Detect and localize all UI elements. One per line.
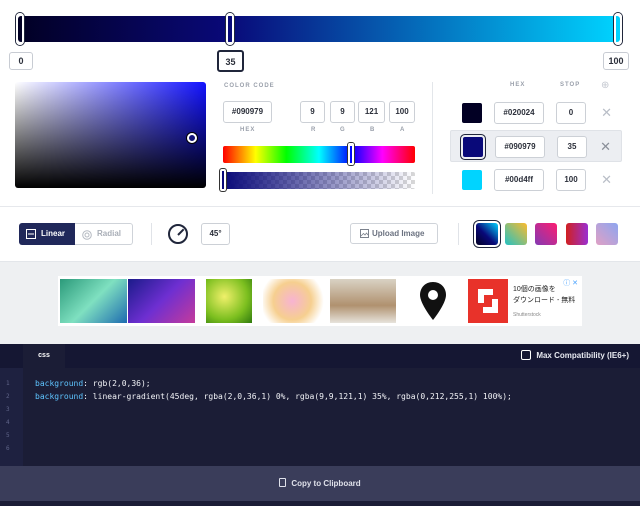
- tab-css[interactable]: css: [23, 344, 65, 370]
- stops-hex-header: HEX: [510, 82, 526, 88]
- line-number: 1: [6, 380, 10, 387]
- hex-caption: HEX: [240, 127, 256, 133]
- stop-position-input[interactable]: 0: [556, 102, 586, 124]
- ad-shutterstock-logo[interactable]: [468, 279, 508, 323]
- stop-hex-input[interactable]: #00d4ff: [494, 169, 544, 191]
- preset-lilac[interactable]: [596, 223, 618, 245]
- css-value: : linear-gradient(45deg, rgba(2,0,36,1) …: [83, 392, 512, 401]
- preset-blue-dark[interactable]: [476, 223, 498, 245]
- hue-slider[interactable]: [223, 146, 415, 163]
- map-pin-icon: [420, 282, 446, 320]
- stop-handle-35[interactable]: [226, 13, 234, 45]
- vertical-divider: [432, 82, 433, 194]
- copy-to-clipboard-button[interactable]: Copy to Clipboard: [0, 466, 640, 501]
- preset-red-purple[interactable]: [566, 223, 588, 245]
- angle-input[interactable]: 45°: [201, 223, 230, 245]
- stop-position-input[interactable]: 100: [556, 169, 586, 191]
- stop-row-100[interactable]: #00d4ff 100 ✕: [450, 164, 622, 196]
- stop-row-0[interactable]: #020024 0 ✕: [450, 97, 622, 129]
- linear-label: Linear: [41, 229, 66, 238]
- clipboard-icon: [279, 478, 287, 487]
- stop-position-input[interactable]: 35: [557, 136, 587, 158]
- toolbar-divider: [0, 206, 640, 207]
- color-picker-knob[interactable]: [187, 133, 197, 143]
- compat-checkbox[interactable]: [521, 350, 532, 360]
- stop-hex-input[interactable]: #020024: [494, 102, 544, 124]
- toolbar-separator: [151, 223, 152, 245]
- radial-label: Radial: [97, 229, 122, 238]
- ad-text-line1: 10個の画像を: [513, 286, 556, 293]
- preset-green-yellow[interactable]: [505, 223, 527, 245]
- stop-swatch[interactable]: [463, 137, 483, 157]
- g-input[interactable]: 9: [330, 101, 355, 123]
- advertisement-banner[interactable]: ⓘ ✕ 10個の画像を ダウンロード - 無料 Shutterstock: [58, 276, 582, 326]
- css-code-editor: css Max Compatibility (IE6+) 1 2 3 4 5 6…: [0, 344, 640, 506]
- code-line-1[interactable]: background: rgb(2,0,36);: [35, 379, 151, 388]
- line-number-gutter: [0, 368, 23, 466]
- css-property: background: [35, 379, 84, 388]
- plus-icon[interactable]: ⊕: [601, 80, 609, 91]
- alpha-slider[interactable]: [223, 172, 415, 189]
- r-caption: R: [311, 127, 317, 133]
- ad-text[interactable]: 10個の画像を ダウンロード - 無料: [513, 284, 575, 306]
- line-number: 4: [6, 419, 10, 426]
- stop-position-label-0[interactable]: 0: [9, 52, 33, 70]
- line-number: 3: [6, 406, 10, 413]
- remove-stop-icon[interactable]: ✕: [601, 171, 612, 189]
- line-number: 2: [6, 393, 10, 400]
- compat-label: Max Compatibility (IE6+): [536, 351, 629, 360]
- stop-position-label-35[interactable]: 35: [217, 50, 244, 72]
- hex-input[interactable]: #090979: [223, 101, 272, 123]
- shutterstock-logo-icon: [478, 289, 498, 313]
- hue-slider-handle[interactable]: [348, 143, 354, 165]
- stops-stop-header: STOP: [560, 82, 581, 88]
- upload-image-label: Upload Image: [372, 229, 425, 238]
- css-value: : rgb(2,0,36);: [83, 379, 151, 388]
- toolbar-separator: [458, 223, 459, 245]
- ad-image-paint[interactable]: [263, 279, 328, 323]
- b-input[interactable]: 121: [358, 101, 385, 123]
- ad-image-teal[interactable]: [60, 279, 127, 323]
- line-number: 5: [6, 432, 10, 439]
- remove-stop-icon[interactable]: ✕: [601, 104, 612, 122]
- b-caption: B: [370, 127, 376, 133]
- stop-handle-100[interactable]: [614, 13, 622, 45]
- copy-label: Copy to Clipboard: [291, 479, 361, 488]
- stop-handle-0[interactable]: [16, 13, 24, 45]
- a-input[interactable]: 100: [389, 101, 415, 123]
- ad-source: Shutterstock: [513, 312, 541, 318]
- preset-purple-pink[interactable]: [535, 223, 557, 245]
- r-input[interactable]: 9: [300, 101, 325, 123]
- radial-gradient-icon: [82, 230, 92, 240]
- upload-image-button[interactable]: Upload Image: [350, 223, 438, 244]
- stop-swatch[interactable]: [462, 103, 482, 123]
- stop-position-label-100[interactable]: 100: [603, 52, 629, 70]
- remove-stop-icon[interactable]: ✕: [600, 138, 611, 156]
- ad-image-map-pin[interactable]: [403, 279, 463, 323]
- line-number: 6: [6, 445, 10, 452]
- ad-image-people[interactable]: [330, 279, 396, 323]
- g-caption: G: [340, 127, 346, 133]
- linear-button[interactable]: Linear: [19, 223, 75, 245]
- ad-text-line2: ダウンロード - 無料: [513, 297, 576, 304]
- image-icon: [360, 229, 369, 238]
- linear-gradient-icon: [26, 229, 36, 239]
- radial-button[interactable]: Radial: [75, 223, 133, 245]
- css-property: background: [35, 392, 84, 401]
- angle-dial-icon[interactable]: [168, 224, 188, 244]
- ad-image-purple[interactable]: [128, 279, 195, 323]
- code-line-2[interactable]: background: linear-gradient(45deg, rgba(…: [35, 392, 512, 401]
- gradient-editor-panel: 0 35 100 COLOR CODE #090979 9 9 121 100 …: [0, 0, 640, 262]
- stop-swatch[interactable]: [462, 170, 482, 190]
- stop-hex-input[interactable]: #090979: [495, 136, 545, 158]
- max-compatibility-toggle[interactable]: Max Compatibility (IE6+): [521, 350, 629, 362]
- a-caption: A: [400, 127, 406, 133]
- stop-row-35[interactable]: #090979 35 ✕: [450, 130, 622, 162]
- color-code-label: COLOR CODE: [224, 83, 275, 89]
- saturation-value-picker[interactable]: [15, 82, 206, 188]
- alpha-slider-handle[interactable]: [220, 169, 226, 191]
- gradient-preview-bar[interactable]: [18, 16, 620, 42]
- ad-image-green[interactable]: [206, 279, 252, 323]
